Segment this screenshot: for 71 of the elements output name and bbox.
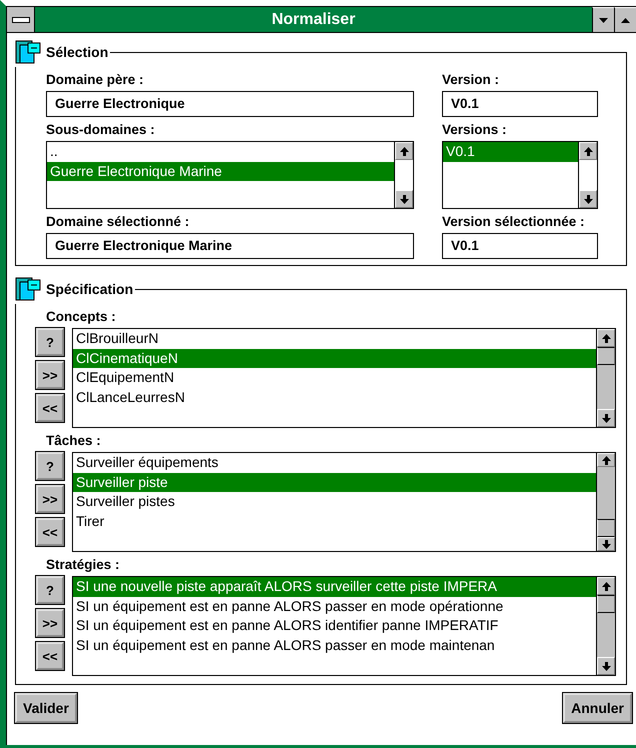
list-action-button[interactable]: << (36, 394, 64, 422)
list-item[interactable]: ClCinematiqueN (73, 348, 596, 368)
scroll-thumb[interactable] (597, 519, 615, 537)
list-item[interactable]: .. (47, 142, 394, 162)
domain-field[interactable]: Guerre Electronique Marine (46, 233, 414, 259)
down-arrow-icon (602, 540, 610, 548)
list-action-button[interactable]: >> (36, 485, 64, 513)
up-arrow-icon (602, 456, 610, 464)
validate-button[interactable]: Valider (15, 693, 77, 723)
list-action-button[interactable]: >> (36, 609, 64, 637)
list-item[interactable]: Surveiller piste (73, 472, 596, 492)
list-item[interactable]: ClLanceLeurresN (73, 388, 596, 407)
up-arrow-icon (584, 146, 592, 156)
list-item[interactable]: Surveiller équipements (73, 453, 596, 472)
cancel-button[interactable]: Annuler (563, 693, 632, 723)
list-item[interactable]: Guerre Electronique Marine (47, 162, 394, 181)
list-item[interactable]: SI un équipement est en panne ALORS passer en mode opérationne (73, 596, 596, 616)
down-triangle-icon (599, 18, 608, 22)
scroll-down-button[interactable] (597, 409, 615, 427)
scroll-up-button[interactable] (597, 577, 615, 595)
field-label: Version : (442, 72, 500, 87)
up-triangle-icon (621, 18, 630, 22)
list-item[interactable]: ClBrouilleurN (73, 329, 596, 348)
field-label: Version sélectionnée : (442, 214, 586, 229)
list-action-button[interactable]: ? (36, 576, 64, 604)
list-label: Concepts : (46, 309, 117, 324)
list-item[interactable]: SI un équipement est en panne ALORS passer en mode maintenan (73, 636, 596, 655)
up-arrow-icon (602, 582, 610, 590)
list-label: Stratégies : (46, 557, 121, 572)
window-title: Normaliser (270, 10, 356, 30)
list-action-button[interactable]: << (36, 518, 64, 546)
list-item[interactable]: SI un équipement est en panne ALORS identifier panne IMPERATIF (73, 616, 596, 636)
field-label: Domaine père : (46, 72, 145, 87)
down-arrow-icon (602, 414, 610, 422)
list-item[interactable]: ClEquipementN (73, 368, 596, 388)
scroll-up-button[interactable] (597, 453, 615, 467)
maximize-button[interactable] (614, 7, 636, 32)
list-action-button[interactable]: ? (36, 452, 64, 480)
list-action-button[interactable]: >> (36, 361, 64, 389)
scroll-thumb[interactable] (597, 347, 615, 365)
scroll-thumb[interactable] (597, 595, 615, 613)
field-label: Domaine sélectionné : (46, 214, 190, 229)
scroll-down-button[interactable] (579, 190, 597, 208)
scroll-down-button[interactable] (395, 190, 413, 208)
list-item[interactable]: V0.1 (443, 142, 578, 162)
minimize-button[interactable] (592, 7, 614, 32)
group-title: Sélection (46, 44, 108, 60)
down-arrow-icon (602, 662, 610, 670)
scroll-down-button[interactable] (597, 537, 615, 551)
system-menu-icon (12, 16, 30, 22)
scroll-up-button[interactable] (597, 329, 615, 347)
group-title: Spécification (46, 281, 134, 297)
list-item[interactable]: Tirer (73, 512, 596, 531)
domain-field[interactable]: Guerre Electronique (46, 91, 414, 117)
down-arrow-icon (584, 194, 592, 204)
up-arrow-icon (400, 146, 408, 156)
down-arrow-icon (400, 194, 408, 204)
up-arrow-icon (602, 334, 610, 342)
version-field[interactable]: V0.1 (442, 233, 598, 259)
scroll-down-button[interactable] (597, 657, 615, 675)
scroll-up-button[interactable] (395, 142, 413, 160)
list-item[interactable]: SI une nouvelle piste apparaît ALORS surveiller cette piste IMPERA (73, 577, 596, 596)
system-menu-button[interactable] (7, 7, 35, 32)
list-action-button[interactable]: ? (36, 328, 64, 356)
field-label: Sous-domaines : (46, 122, 156, 137)
list-label: Tâches : (46, 433, 102, 448)
version-field[interactable]: V0.1 (442, 91, 598, 117)
field-label: Versions : (442, 122, 508, 137)
list-action-button[interactable]: << (36, 642, 64, 670)
scroll-up-button[interactable] (579, 142, 597, 160)
list-item[interactable]: Surveiller pistes (73, 492, 596, 512)
